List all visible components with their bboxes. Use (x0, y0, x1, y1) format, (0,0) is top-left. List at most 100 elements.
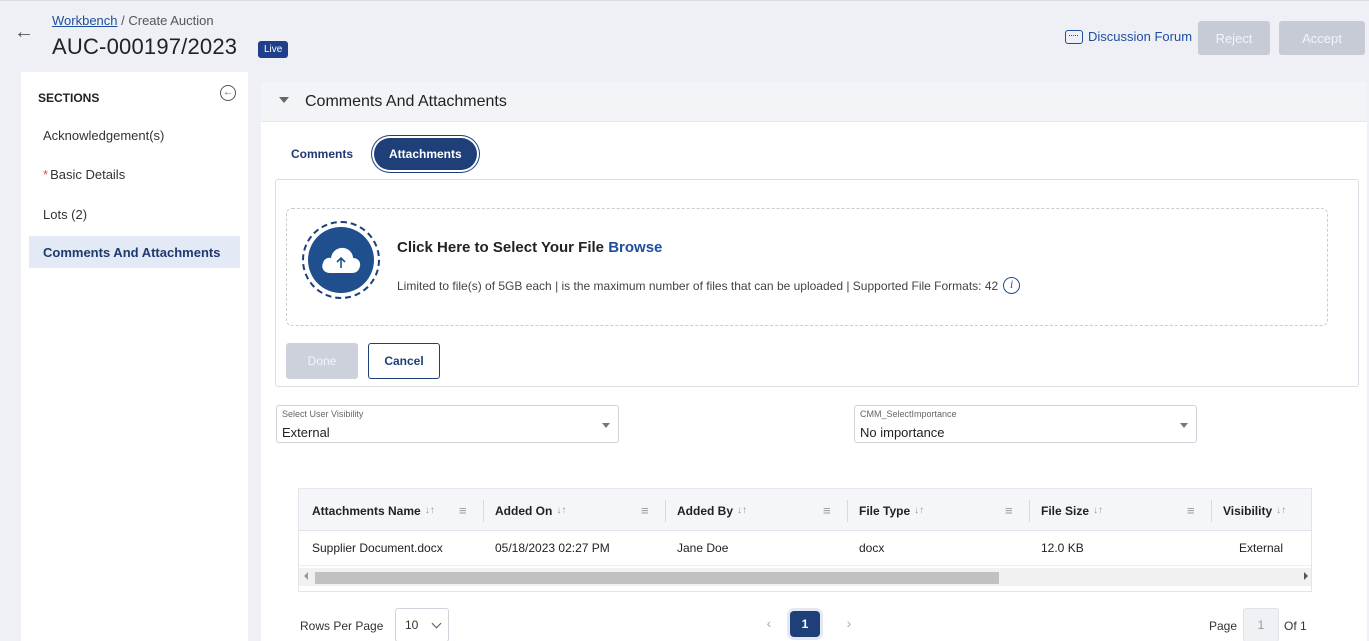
column-header-file-size[interactable]: File Size ↓↑ (1041, 489, 1103, 532)
horizontal-scrollbar[interactable] (299, 568, 1311, 586)
sections-sidebar: SECTIONS ← Acknowledgement(s) * Basic De… (21, 72, 248, 641)
sections-heading: SECTIONS (38, 91, 100, 105)
column-label: Visibility (1223, 503, 1273, 518)
upload-title: Click Here to Select Your File Browse (397, 239, 662, 256)
reject-button[interactable]: Reject (1198, 21, 1270, 55)
page-button-current[interactable]: 1 (790, 611, 820, 637)
scroll-left-icon[interactable] (304, 572, 308, 580)
column-menu-icon[interactable]: ≡ (459, 503, 467, 518)
cell-added-on: 05/18/2023 02:27 PM (495, 541, 610, 555)
browse-link[interactable]: Browse (608, 239, 662, 256)
chat-icon (1065, 29, 1083, 44)
caret-down-icon[interactable] (279, 97, 289, 103)
cell-file-type: docx (859, 541, 885, 555)
column-header-added-by[interactable]: Added By ↓↑ (677, 489, 747, 532)
column-divider[interactable] (665, 500, 666, 522)
column-header-added-on[interactable]: Added On ↓↑ (495, 489, 566, 532)
required-marker: * (43, 166, 49, 182)
page-title: AUC-000197/2023 (52, 34, 238, 59)
sort-icon[interactable]: ↓↑ (1093, 505, 1103, 516)
sort-icon[interactable]: ↓↑ (1276, 505, 1286, 516)
breadcrumb-workbench-link[interactable]: Workbench (52, 13, 118, 28)
sort-icon[interactable]: ↓↑ (425, 505, 435, 516)
column-header-attachments-name[interactable]: Attachments Name ↓↑ (312, 489, 435, 532)
tab-attachments[interactable]: Attachments (374, 138, 477, 170)
user-visibility-value: External (282, 425, 330, 440)
user-visibility-select[interactable]: Select User Visibility External (276, 405, 619, 443)
discussion-forum-label: Discussion Forum (1088, 29, 1193, 44)
sidebar-item-label: Basic Details (50, 166, 126, 182)
caret-down-icon (602, 423, 610, 428)
column-label: Added On (495, 503, 553, 518)
importance-select[interactable]: CMM_SelectImportance No importance (854, 405, 1197, 443)
column-menu-icon[interactable]: ≡ (823, 503, 831, 518)
rows-per-page-select[interactable]: 10 (395, 608, 449, 641)
rows-per-page-value: 10 (405, 618, 419, 632)
section-header[interactable]: Comments And Attachments (261, 82, 1367, 122)
attachments-table: Attachments Name ↓↑ ≡ Added On ↓↑ ≡ Added … (298, 488, 1312, 592)
cell-file-size: 12.0 KB (1041, 541, 1084, 555)
info-icon[interactable]: i (1003, 277, 1021, 294)
upload-limits: Limited to file(s) of 5GB each | is the … (397, 277, 1021, 294)
discussion-forum-link[interactable]: Discussion Forum (1065, 29, 1192, 44)
upload-title-text: Click Here to Select Your File (397, 239, 605, 256)
table-header: Attachments Name ↓↑ ≡ Added On ↓↑ ≡ Added … (299, 488, 1311, 532)
page-header: ← Workbench / Create Auction AUC-000197/… (0, 0, 1369, 70)
column-menu-icon[interactable]: ≡ (641, 503, 649, 518)
section-title: Comments And Attachments (305, 93, 507, 110)
upload-limits-text: Limited to file(s) of 5GB each | is the … (397, 278, 999, 293)
back-arrow-icon[interactable]: ← (14, 21, 34, 44)
column-header-visibility[interactable]: Visibility ↓↑ (1223, 489, 1286, 532)
accept-button[interactable]: Accept (1279, 21, 1365, 55)
page-number-input[interactable]: 1 (1243, 608, 1279, 641)
sort-icon[interactable]: ↓↑ (737, 505, 747, 516)
column-menu-icon[interactable]: ≡ (1005, 503, 1013, 518)
sort-icon[interactable]: ↓↑ (914, 505, 924, 516)
previous-page-icon[interactable]: ‹ (758, 612, 780, 634)
tab-comments[interactable]: Comments (291, 138, 353, 170)
upload-card: Click Here to Select Your File Browse Li… (275, 179, 1359, 387)
column-menu-icon[interactable]: ≡ (1187, 503, 1195, 518)
importance-value: No importance (860, 425, 945, 440)
column-label: File Type (859, 503, 911, 518)
sidebar-item-label: Lots (2) (43, 206, 88, 222)
chevron-down-icon (431, 618, 442, 629)
sidebar-item-basic-details[interactable]: * Basic Details (29, 158, 240, 190)
upload-cloud-icon (302, 221, 380, 299)
sidebar-item-label: Comments And Attachments (43, 244, 221, 260)
importance-label: CMM_SelectImportance (860, 409, 957, 419)
column-divider[interactable] (1029, 500, 1030, 522)
breadcrumb: Workbench / Create Auction (52, 13, 214, 28)
sidebar-item-lots[interactable]: Lots (2) (29, 198, 240, 230)
column-label: Added By (677, 503, 734, 518)
column-header-file-type[interactable]: File Type ↓↑ (859, 489, 924, 532)
column-label: Attachments Name (312, 503, 421, 518)
collapse-sidebar-icon[interactable]: ← (220, 85, 236, 101)
done-button[interactable]: Done (286, 343, 358, 379)
main-panel: Comments And Attachments Comments Attach… (261, 82, 1367, 641)
page-total-label: Of 1 (1284, 619, 1307, 633)
column-label: File Size (1041, 503, 1090, 518)
sort-icon[interactable]: ↓↑ (556, 505, 566, 516)
scroll-right-icon[interactable] (1304, 572, 1308, 580)
next-page-icon[interactable]: › (838, 612, 860, 634)
sidebar-item-label: Acknowledgement(s) (43, 127, 165, 143)
page-label: Page (1209, 619, 1238, 633)
cell-attachment-name: Supplier Document.docx (312, 541, 443, 555)
column-divider[interactable] (1211, 500, 1212, 522)
sidebar-item-comments-attachments[interactable]: Comments And Attachments (29, 236, 240, 268)
file-drop-zone[interactable]: Click Here to Select Your File Browse Li… (286, 208, 1328, 326)
column-divider[interactable] (483, 500, 484, 522)
user-visibility-label: Select User Visibility (282, 409, 364, 419)
table-row[interactable]: Supplier Document.docx 05/18/2023 02:27 … (299, 531, 1311, 566)
column-divider[interactable] (847, 500, 848, 522)
rows-per-page-label: Rows Per Page (300, 619, 384, 633)
status-badge: Live (258, 41, 289, 58)
scrollbar-thumb[interactable] (315, 572, 999, 584)
breadcrumb-current: / Create Auction (117, 13, 214, 28)
cell-visibility: External (1239, 541, 1284, 555)
caret-down-icon (1180, 423, 1188, 428)
cell-added-by: Jane Doe (677, 541, 729, 555)
sidebar-item-acknowledgements[interactable]: Acknowledgement(s) (29, 119, 240, 151)
cancel-button[interactable]: Cancel (368, 343, 440, 379)
